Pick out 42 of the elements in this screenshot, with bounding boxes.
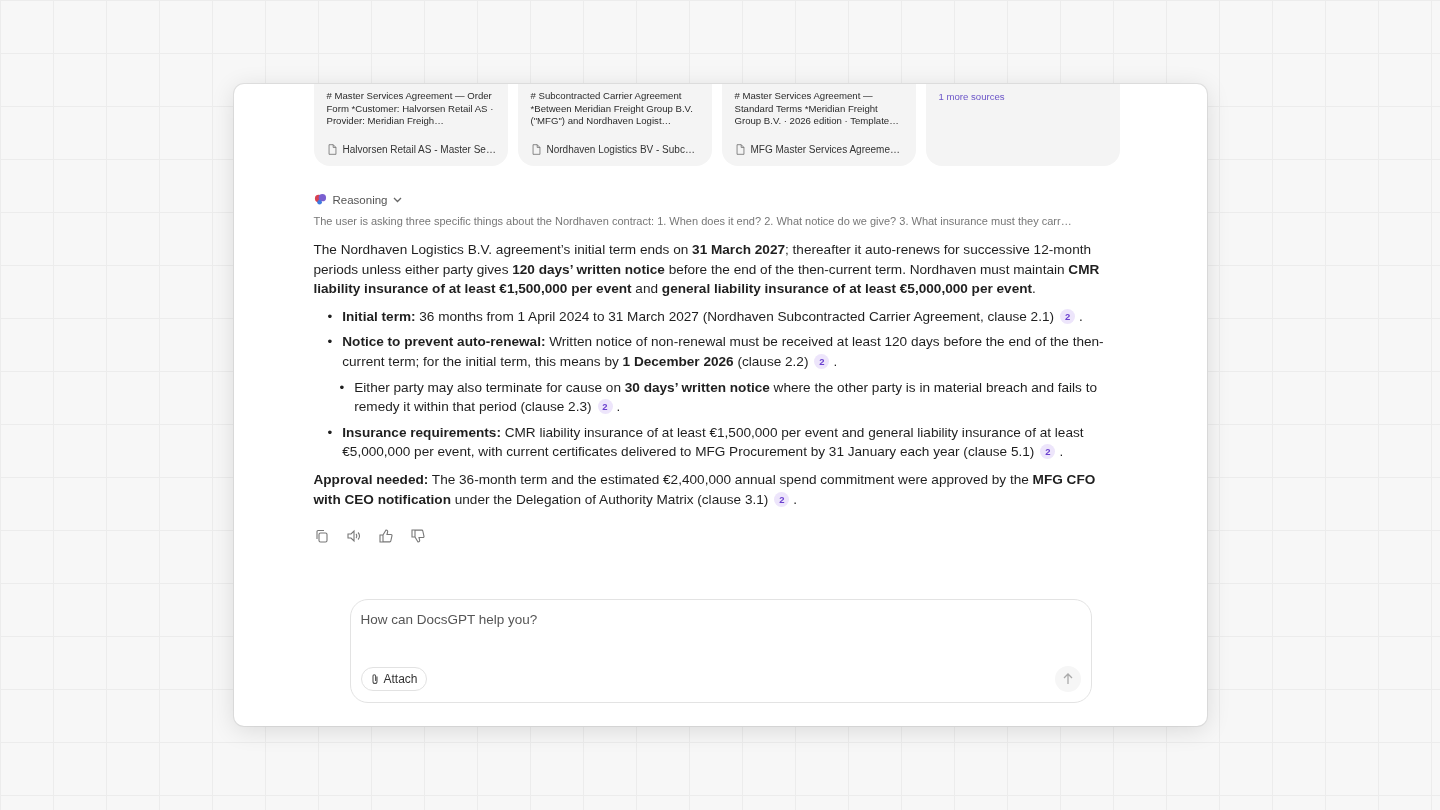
reasoning-summary: The user is asking three specific things about the Nordhaven contract: 1. When does it end? 2. What notice do we give? 3. What insurance must they carr… xyxy=(313,215,1073,227)
source-card[interactable]: # Master Services Agreement — Order Form *Customer: Halvorsen Retail AS · Provider: Meridian Freigh… Halvorsen Retail AS - Master Se… xyxy=(313,84,508,166)
answer-paragraph: The Nordhaven Logistics B.V. agreement’s initial term ends on 31 March 2027; thereafter it auto-renews for successive 12-month periods unless either party gives 120 days’ written notice before the end of the then-current term. Nordhaven must maintain CMR liability insurance of at least €1,500,000 per event and general liability insurance of at least €5,000,000 per event. xyxy=(313,241,1101,299)
more-sources-link[interactable]: 1 more sources xyxy=(938,90,1110,102)
document-icon xyxy=(734,143,746,156)
citation-badge[interactable]: 2 xyxy=(597,399,613,415)
bullet-text: Either party may also terminate for cause on 30 days’ written notice where the other party is in material breach and fails to remedy it within that period (clause 2.3) 2 . xyxy=(354,378,1098,417)
document-icon xyxy=(326,143,338,156)
source-snippet: # Master Services Agreement — Order Form *Customer: Halvorsen Retail AS · Provider: Meridian Freigh… xyxy=(326,90,495,128)
citation-badge[interactable]: 2 xyxy=(1040,444,1056,460)
arrow-up-icon xyxy=(1062,673,1073,686)
speaker-icon[interactable] xyxy=(346,529,361,544)
citation-badge[interactable]: 2 xyxy=(814,353,830,369)
document-icon xyxy=(530,143,542,156)
citation-badge[interactable]: 2 xyxy=(774,491,790,507)
bullet-text: Insurance requirements: CMR liability insurance of at least €1,500,000 per event and general liability insurance of at least €5,000,000 per event, with current certificates delivered to MFG Procurement by 31 January each year (clause 5.1) 2 . xyxy=(342,423,1085,462)
brain-icon xyxy=(313,193,327,206)
source-file-name: MFG Master Services Agreeme… xyxy=(750,144,900,155)
source-file-name: Halvorsen Retail AS - Master Se… xyxy=(342,144,496,155)
chevron-down-icon[interactable] xyxy=(393,196,403,203)
bullet-text: Initial term: 36 months from 1 April 2024 to 31 March 2027 (Nordhaven Subcontracted Carrier Agreement, clause 2.1) 2 . xyxy=(342,307,1083,326)
bullet-marker: • xyxy=(327,307,333,326)
thumbs-down-icon[interactable] xyxy=(410,529,425,544)
answer-paragraph: Approval needed: The 36-month term and the estimated €2,400,000 annual spend commitment were approved by the MFG CFO with CEO notification under the Delegation of Authority Matrix (clause 3.1) 2 . xyxy=(313,470,1097,509)
message-composer[interactable]: How can DocsGPT help you? Attach xyxy=(349,599,1092,704)
citation-badge[interactable]: 2 xyxy=(1060,308,1076,324)
thumbs-up-icon[interactable] xyxy=(378,529,393,544)
bullet-text: Notice to prevent auto-renewal: Written notice of non-renewal must be received at least 120 days before the end of the then-current term; for the initial term, this means by 1 December 2026 (clause 2.2) 2 . xyxy=(342,333,1105,371)
source-snippet: # Master Services Agreement — Standard Terms *Meridian Freight Group B.V. · 2026 edition · Template… xyxy=(734,90,900,128)
bullet-marker: • xyxy=(339,378,345,397)
bullet-marker: • xyxy=(327,333,333,352)
source-card[interactable]: # Subcontracted Carrier Agreement *Between Meridian Freight Group B.V. ("MFG") and Nordhaven Logist… Nordhaven Logistics BV - Subc… xyxy=(517,84,712,166)
copy-icon[interactable] xyxy=(314,529,329,544)
reasoning-label[interactable]: Reasoning xyxy=(332,193,388,206)
paperclip-icon xyxy=(369,673,380,686)
attach-button[interactable]: Attach xyxy=(360,667,427,692)
message-input[interactable]: How can DocsGPT help you? xyxy=(360,612,1081,628)
source-file-name: Nordhaven Logistics BV - Subc… xyxy=(546,144,695,155)
source-card[interactable]: 1 more sources xyxy=(925,84,1120,166)
source-card[interactable]: # Master Services Agreement — Standard Terms *Meridian Freight Group B.V. · 2026 edition · Template… MFG Master Services Agreeme… xyxy=(721,84,916,166)
source-snippet: # Subcontracted Carrier Agreement *Between Meridian Freight Group B.V. ("MFG") and Nordhaven Logist… xyxy=(530,90,694,128)
bullet-marker: • xyxy=(327,423,333,442)
